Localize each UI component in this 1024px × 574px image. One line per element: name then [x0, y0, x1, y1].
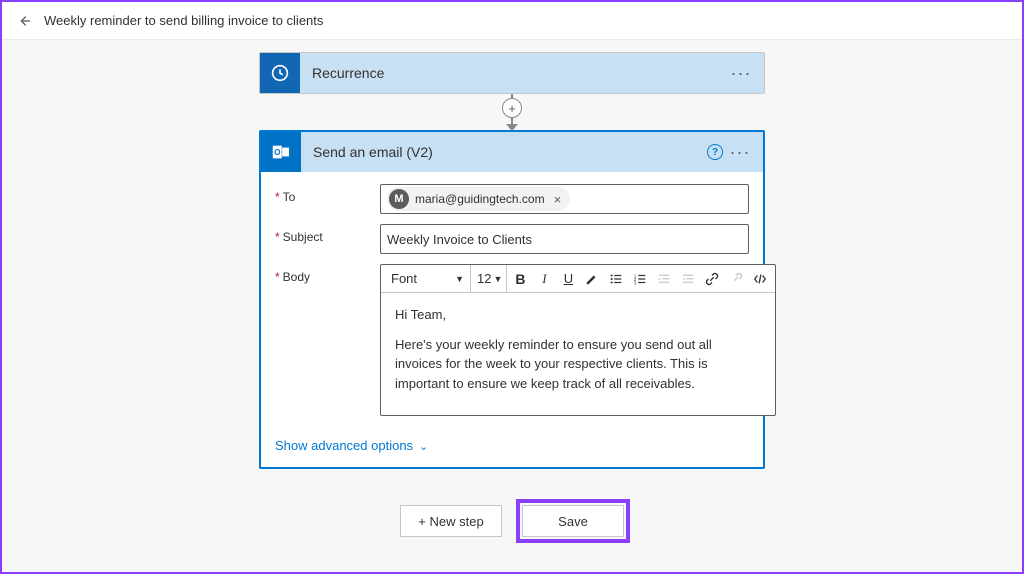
to-field-row: *To M maria@guidingtech.com × — [275, 184, 749, 214]
arrow-down-icon — [506, 124, 518, 131]
caret-down-icon: ▼ — [455, 274, 464, 284]
italic-button[interactable]: I — [533, 268, 555, 290]
body-content[interactable]: Hi Team, Here's your weekly reminder to … — [381, 293, 775, 415]
bullet-list-button[interactable] — [605, 268, 627, 290]
subject-input[interactable]: Weekly Invoice to Clients — [380, 224, 749, 254]
subject-label: *Subject — [275, 224, 380, 244]
font-select[interactable]: Font ▼ — [385, 265, 471, 292]
number-list-button[interactable]: 123 — [629, 268, 651, 290]
body-label: *Body — [275, 264, 380, 284]
ellipsis-icon: ··· — [730, 143, 751, 161]
to-input[interactable]: M maria@guidingtech.com × — [380, 184, 749, 214]
code-icon — [753, 272, 767, 286]
number-list-icon: 123 — [633, 272, 647, 286]
recipient-chip: M maria@guidingtech.com × — [387, 187, 570, 211]
save-button[interactable]: Save — [522, 505, 624, 537]
recipient-email: maria@guidingtech.com — [415, 192, 545, 206]
action-body: *To M maria@guidingtech.com × *Subject W… — [261, 172, 763, 467]
trigger-header[interactable]: Recurrence ··· — [260, 53, 764, 93]
arrow-left-icon — [17, 14, 31, 28]
action-menu-button[interactable]: ··· — [727, 139, 753, 165]
add-step-inline-button[interactable]: + — [502, 98, 522, 118]
bullet-list-icon — [609, 272, 623, 286]
trigger-title: Recurrence — [300, 65, 728, 81]
trigger-card[interactable]: Recurrence ··· — [259, 52, 765, 94]
underline-button[interactable]: U — [557, 268, 579, 290]
trigger-menu-button[interactable]: ··· — [728, 60, 754, 86]
footer-buttons: + New step Save — [400, 505, 624, 537]
body-field-row: *Body Font ▼ 12 ▼ B I U — [275, 264, 749, 416]
to-label: *To — [275, 184, 380, 204]
new-step-button[interactable]: + New step — [400, 505, 502, 537]
chevron-down-icon: ⌄ — [419, 440, 428, 453]
outdent-icon — [657, 272, 671, 286]
body-editor: Font ▼ 12 ▼ B I U — [380, 264, 776, 416]
help-button[interactable]: ? — [707, 144, 723, 160]
connector: + — [511, 94, 513, 130]
pencil-icon — [585, 272, 599, 286]
action-card: O Send an email (V2) ? ··· *To M maria@g… — [259, 130, 765, 469]
rich-text-toolbar: Font ▼ 12 ▼ B I U — [381, 265, 775, 293]
unlink-button[interactable] — [725, 268, 747, 290]
highlight-button[interactable] — [581, 268, 603, 290]
outdent-button[interactable] — [653, 268, 675, 290]
ellipsis-icon: ··· — [731, 64, 752, 82]
unlink-icon — [729, 272, 743, 286]
indent-button[interactable] — [677, 268, 699, 290]
remove-recipient-button[interactable]: × — [551, 192, 565, 207]
page-header: Weekly reminder to send billing invoice … — [2, 2, 1022, 40]
action-title: Send an email (V2) — [301, 144, 707, 160]
flow-canvas: Recurrence ··· + O Send an email (V2) — [2, 40, 1022, 557]
outlook-icon: O — [261, 132, 301, 172]
action-header[interactable]: O Send an email (V2) ? ··· — [261, 132, 763, 172]
font-size-select[interactable]: 12 ▼ — [473, 265, 507, 292]
subject-field-row: *Subject Weekly Invoice to Clients — [275, 224, 749, 254]
avatar: M — [389, 189, 409, 209]
indent-icon — [681, 272, 695, 286]
recurrence-icon — [260, 53, 300, 93]
back-button[interactable] — [16, 13, 32, 29]
svg-text:O: O — [274, 148, 281, 157]
link-icon — [705, 272, 719, 286]
code-view-button[interactable] — [749, 268, 771, 290]
show-advanced-options-link[interactable]: Show advanced options ⌄ — [275, 438, 428, 453]
link-button[interactable] — [701, 268, 723, 290]
svg-text:3: 3 — [634, 280, 637, 285]
caret-down-icon: ▼ — [493, 274, 502, 284]
flow-title: Weekly reminder to send billing invoice … — [44, 13, 323, 28]
bold-button[interactable]: B — [509, 268, 531, 290]
